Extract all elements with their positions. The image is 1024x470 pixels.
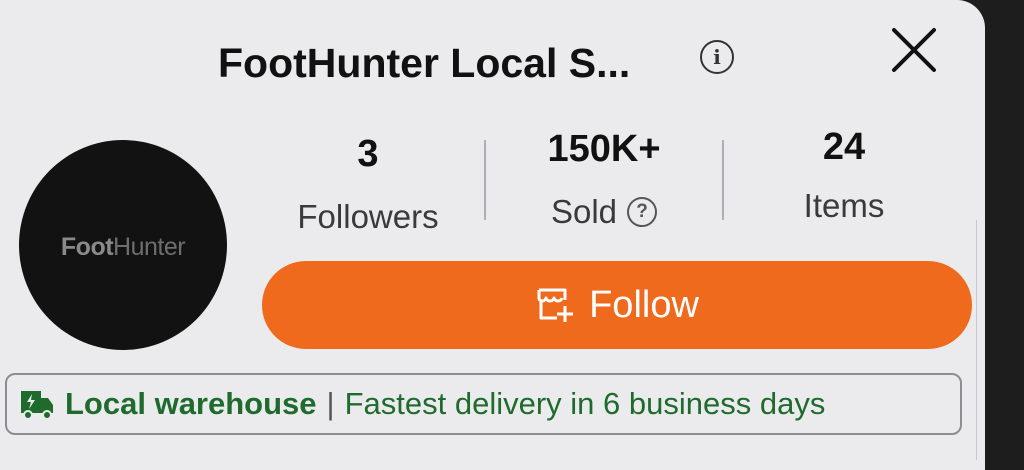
items-label: Items [803, 187, 885, 224]
follow-label: Follow [589, 283, 699, 326]
sold-label: Sold [550, 193, 618, 230]
avatar[interactable]: FootHunter [19, 140, 227, 350]
delivery-banner[interactable]: Local warehouse | Fastest delivery in 6 … [5, 373, 962, 435]
followers-count: 3 [357, 133, 379, 175]
close-icon[interactable] [888, 24, 940, 76]
sold-count: 150K+ [547, 128, 661, 170]
stat-items[interactable]: 24 Items [734, 126, 954, 225]
stat-sold[interactable]: 150K+ Sold ? [494, 128, 714, 231]
truck-icon [21, 391, 53, 420]
scroll-edge [976, 220, 985, 460]
followers-label: Followers [297, 198, 439, 235]
info-icon[interactable]: i [700, 40, 734, 74]
follow-button[interactable]: Follow [262, 261, 972, 349]
question-icon[interactable]: ? [627, 197, 658, 227]
delivery-separator: | [326, 386, 335, 421]
stat-followers[interactable]: 3 Followers [258, 133, 478, 236]
delivery-highlight: Local warehouse [65, 386, 317, 421]
divider [484, 140, 486, 220]
store-logo: FootHunter [60, 232, 186, 261]
divider [722, 140, 724, 220]
delivery-text: Fastest delivery in 6 business days [344, 386, 826, 421]
store-title: FootHunter Local S... [218, 40, 631, 86]
items-count: 24 [822, 126, 866, 168]
store-add-icon [537, 288, 574, 322]
store-sheet: FootHunter Local S... i FootHunter 3 Fol… [0, 0, 985, 470]
